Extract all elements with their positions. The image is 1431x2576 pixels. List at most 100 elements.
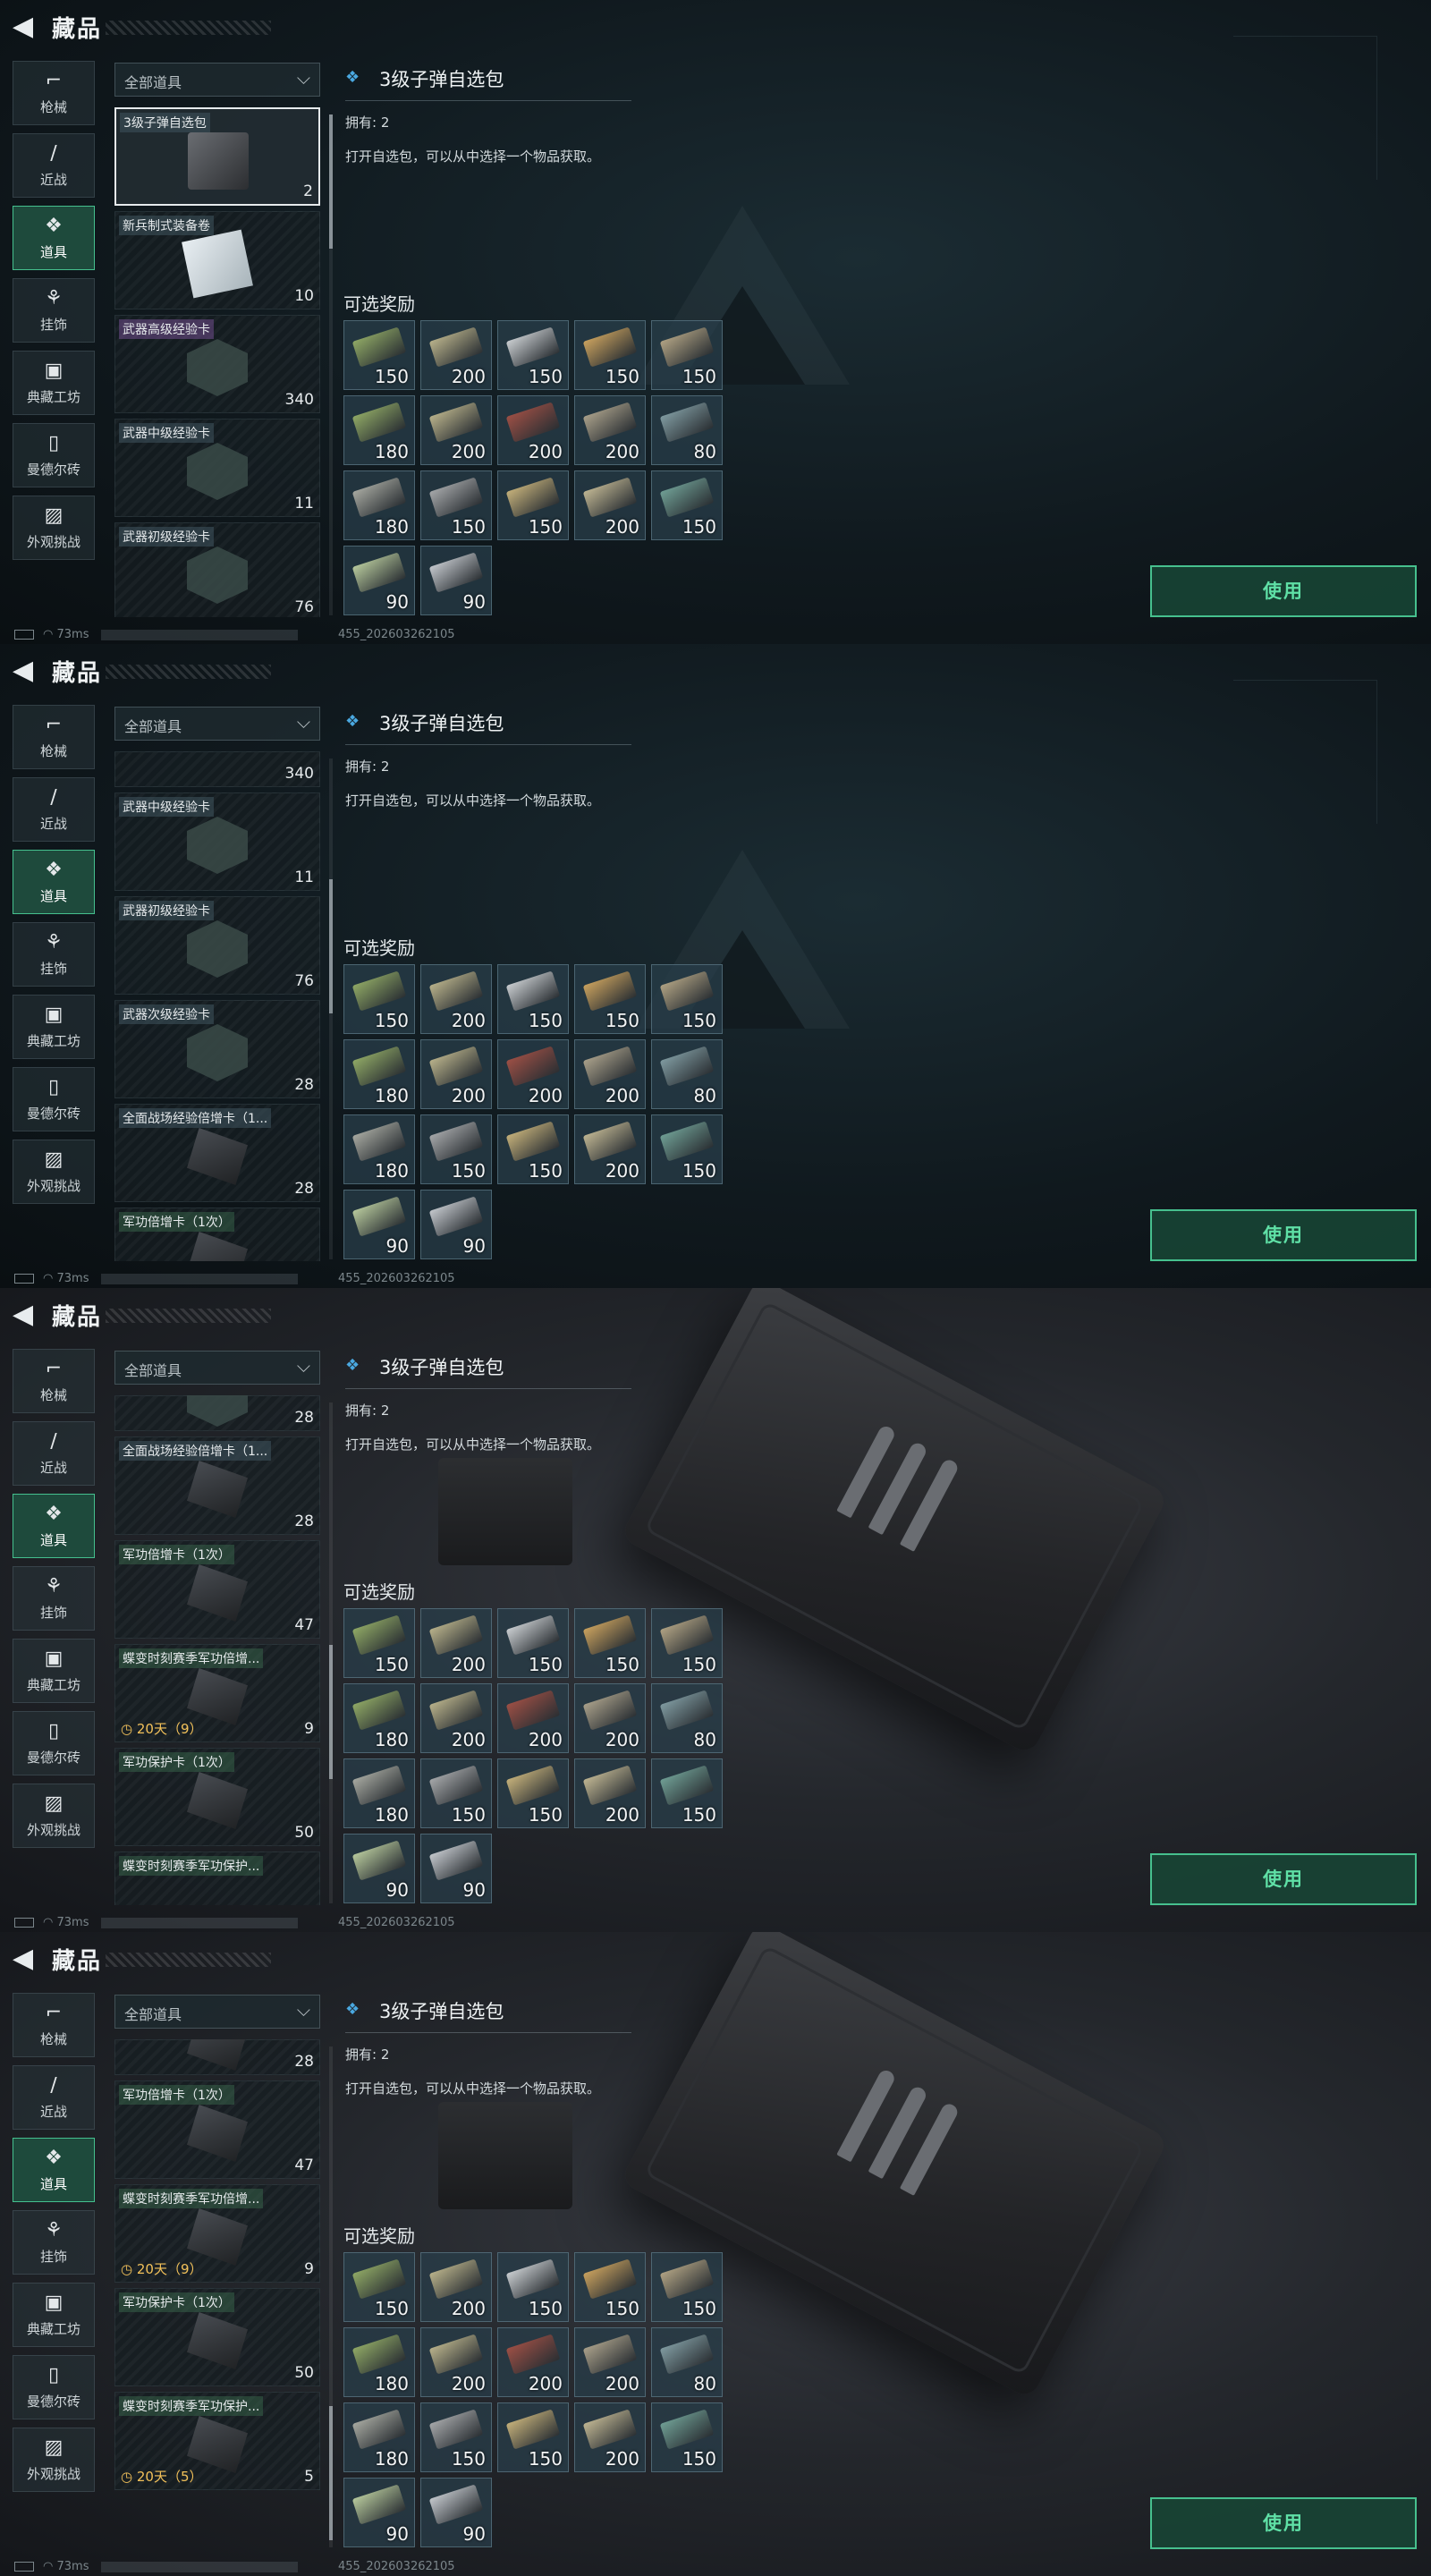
reward-cell[interactable]: 200: [497, 1039, 569, 1109]
reward-cell[interactable]: 180: [343, 470, 415, 540]
category-tab[interactable]: ▯ 曼德尔砖: [13, 1711, 95, 1775]
back-arrow-icon[interactable]: ◀: [13, 1943, 33, 1974]
reward-cell[interactable]: 150: [343, 320, 415, 390]
reward-cell[interactable]: 200: [574, 1039, 646, 1109]
use-button[interactable]: 使用: [1150, 1853, 1417, 1905]
reward-cell[interactable]: 200: [420, 320, 492, 390]
list-item[interactable]: 武器初级经验卡 76: [114, 896, 320, 995]
reward-cell[interactable]: 200: [574, 1758, 646, 1828]
back-arrow-icon[interactable]: ◀: [13, 1299, 33, 1330]
use-button[interactable]: 使用: [1150, 565, 1417, 617]
reward-cell[interactable]: 150: [651, 964, 723, 1034]
list-item[interactable]: 军功保护卡（1次） 50: [114, 1748, 320, 1846]
category-tab[interactable]: ❖ 道具: [13, 1494, 95, 1558]
category-tab[interactable]: ❖ 道具: [13, 850, 95, 914]
list-scrollbar[interactable]: [329, 114, 333, 615]
reward-cell[interactable]: 150: [497, 470, 569, 540]
reward-cell[interactable]: 90: [420, 1834, 492, 1903]
reward-cell[interactable]: 90: [420, 546, 492, 615]
reward-cell[interactable]: 180: [343, 2402, 415, 2472]
use-button[interactable]: 使用: [1150, 1209, 1417, 1261]
list-item[interactable]: 28: [114, 2039, 320, 2075]
category-tab[interactable]: ⚘ 挂饰: [13, 2210, 95, 2275]
category-tab[interactable]: ▯ 曼德尔砖: [13, 2355, 95, 2419]
reward-cell[interactable]: 200: [497, 2327, 569, 2397]
item-list[interactable]: 28 全面战场经验倍增卡（1... 28 军功倍增卡（1次） 47 蝶变时刻赛季军功倍增.…: [114, 1395, 322, 1905]
reward-cell[interactable]: 150: [574, 320, 646, 390]
reward-cell[interactable]: 180: [343, 1039, 415, 1109]
reward-cell[interactable]: 200: [420, 2252, 492, 2322]
filter-dropdown[interactable]: 全部道具 ⌵: [114, 1995, 320, 2029]
reward-cell[interactable]: 90: [420, 2478, 492, 2547]
list-item[interactable]: 28: [114, 1395, 320, 1431]
category-tab[interactable]: ❖ 道具: [13, 206, 95, 270]
reward-cell[interactable]: 200: [420, 395, 492, 465]
reward-cell[interactable]: 150: [651, 1758, 723, 1828]
category-tab[interactable]: ▣ 典藏工坊: [13, 995, 95, 1059]
reward-cell[interactable]: 150: [420, 470, 492, 540]
list-item[interactable]: 蝶变时刻赛季军功保护...: [114, 1852, 320, 1905]
reward-cell[interactable]: 150: [497, 2252, 569, 2322]
scrollbar-thumb[interactable]: [329, 879, 333, 1014]
reward-cell[interactable]: 80: [651, 2327, 723, 2397]
reward-cell[interactable]: 150: [497, 1608, 569, 1678]
list-scrollbar[interactable]: [329, 1402, 333, 1903]
scrollbar-thumb[interactable]: [329, 1644, 333, 1779]
category-tab[interactable]: ⌐ 枪械: [13, 1349, 95, 1413]
reward-cell[interactable]: 200: [574, 2402, 646, 2472]
reward-cell[interactable]: 150: [343, 1608, 415, 1678]
list-item[interactable]: 340: [114, 751, 320, 787]
reward-cell[interactable]: 200: [574, 1114, 646, 1184]
list-scrollbar[interactable]: [329, 2046, 333, 2547]
reward-cell[interactable]: 200: [497, 1683, 569, 1753]
list-item[interactable]: 武器中级经验卡 11: [114, 792, 320, 891]
list-item[interactable]: 军功倍增卡（1次） 47: [114, 1540, 320, 1639]
category-tab[interactable]: ▨ 外观挑战: [13, 2428, 95, 2492]
item-list[interactable]: 28 军功倍增卡（1次） 47 蝶变时刻赛季军功倍增... 9 ◷ 20天（9） 军功保护卡…: [114, 2039, 322, 2549]
reward-cell[interactable]: 200: [574, 395, 646, 465]
category-tab[interactable]: ⚘ 挂饰: [13, 922, 95, 987]
reward-cell[interactable]: 180: [343, 395, 415, 465]
list-item[interactable]: 武器次级经验卡 28: [114, 1000, 320, 1098]
list-item[interactable]: 蝶变时刻赛季军功倍增... 9 ◷ 20天（9）: [114, 1644, 320, 1742]
list-scrollbar[interactable]: [329, 758, 333, 1259]
category-tab[interactable]: ∕ 近战: [13, 1421, 95, 1486]
reward-cell[interactable]: 200: [420, 1683, 492, 1753]
reward-cell[interactable]: 150: [651, 470, 723, 540]
back-arrow-icon[interactable]: ◀: [13, 11, 33, 42]
reward-cell[interactable]: 90: [420, 1190, 492, 1259]
category-tab[interactable]: ❖ 道具: [13, 2138, 95, 2202]
reward-cell[interactable]: 90: [343, 2478, 415, 2547]
reward-cell[interactable]: 150: [651, 1608, 723, 1678]
reward-cell[interactable]: 90: [343, 1834, 415, 1903]
reward-cell[interactable]: 150: [420, 2402, 492, 2472]
reward-cell[interactable]: 150: [651, 320, 723, 390]
category-tab[interactable]: ▣ 典藏工坊: [13, 2283, 95, 2347]
item-list[interactable]: 340 武器中级经验卡 11 武器初级经验卡 76 武器次级经验卡 28 全面战场经验倍增卡（…: [114, 751, 322, 1261]
list-item[interactable]: 军功倍增卡（1次）: [114, 1208, 320, 1261]
category-tab[interactable]: ∕ 近战: [13, 777, 95, 842]
reward-cell[interactable]: 80: [651, 1039, 723, 1109]
category-tab[interactable]: ⚘ 挂饰: [13, 1566, 95, 1631]
scrollbar-thumb[interactable]: [329, 114, 333, 249]
category-tab[interactable]: ∕ 近战: [13, 2065, 95, 2130]
reward-cell[interactable]: 150: [420, 1114, 492, 1184]
reward-cell[interactable]: 150: [574, 1608, 646, 1678]
list-item[interactable]: 武器高级经验卡 340: [114, 315, 320, 413]
reward-cell[interactable]: 200: [420, 1039, 492, 1109]
list-item[interactable]: 蝶变时刻赛季军功倍增... 9 ◷ 20天（9）: [114, 2184, 320, 2283]
list-item[interactable]: 全面战场经验倍增卡（1... 28: [114, 1104, 320, 1202]
category-tab[interactable]: ⚘ 挂饰: [13, 278, 95, 343]
category-tab[interactable]: ▨ 外观挑战: [13, 1140, 95, 1204]
reward-cell[interactable]: 180: [343, 1114, 415, 1184]
category-tab[interactable]: ▯ 曼德尔砖: [13, 1067, 95, 1131]
category-tab[interactable]: ⌐ 枪械: [13, 1993, 95, 2057]
reward-cell[interactable]: 150: [497, 2402, 569, 2472]
reward-cell[interactable]: 150: [420, 1758, 492, 1828]
reward-cell[interactable]: 150: [497, 1114, 569, 1184]
list-item[interactable]: 军功倍增卡（1次） 47: [114, 2080, 320, 2179]
list-item[interactable]: 军功保护卡（1次） 50: [114, 2288, 320, 2386]
scrollbar-thumb[interactable]: [329, 2405, 333, 2540]
category-tab[interactable]: ▣ 典藏工坊: [13, 351, 95, 415]
filter-dropdown[interactable]: 全部道具 ⌵: [114, 1351, 320, 1385]
